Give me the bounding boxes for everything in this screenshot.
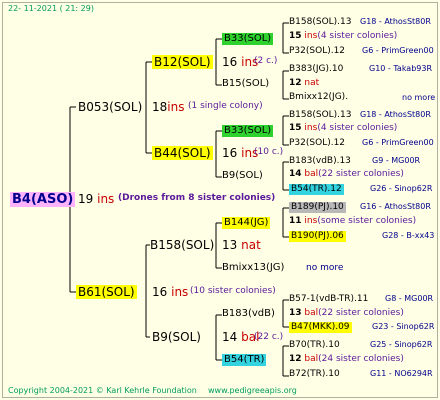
l4-6-right: G18 - AthosSt80R — [360, 110, 431, 119]
l2-0-ins: 16 ins — [222, 55, 259, 69]
queen-b053[interactable]: B053(SOL) — [78, 101, 142, 113]
l4-0-right: G18 - AthosSt80R — [360, 17, 431, 26]
l4-5-name[interactable]: Bmixx12(JG). — [289, 93, 348, 102]
l4-6-name[interactable]: B158(SOL).13 — [289, 111, 352, 120]
l4-20-right: G11 - NO6294R — [370, 369, 433, 378]
l4-15-name[interactable]: B57-1(vdB-TR).11 — [289, 295, 368, 304]
l4-3-right: G10 - Takab93R — [369, 64, 433, 73]
queen-b158[interactable]: B158(SOL) — [150, 239, 214, 251]
queen-b9[interactable]: B9(SOL) — [152, 331, 201, 343]
queen-l3-5[interactable]: Bmixx13(JG) — [222, 263, 284, 273]
l4-13: 11 ins(some sister colonies) — [289, 216, 417, 226]
l4-2-right: G6 - PrimGreen00 — [362, 46, 434, 55]
root-queen[interactable]: B4(ASO) — [10, 192, 76, 207]
queen-l3-6[interactable]: B183(vdB) — [222, 309, 275, 319]
l4-5-right: no more — [402, 93, 436, 102]
root-ins: ins — [97, 192, 115, 206]
l2-1-note: (10 c.) — [254, 147, 284, 157]
l2-0-note: (2 c.) — [254, 56, 278, 66]
l4-8-name[interactable]: P32(SOL).12 — [289, 139, 345, 148]
l2-2-ins: 13 nat — [222, 238, 261, 252]
l4-3-name[interactable]: B383(JG).10 — [289, 65, 343, 74]
l4-11-name[interactable]: B54(TR).12 — [289, 184, 344, 195]
l4-17-right: G23 - Sinop62R — [372, 322, 435, 331]
timestamp: 22- 11-2021 ( 21: 29) — [8, 4, 94, 13]
l4-12-right: G16 - AthosSt80R — [360, 202, 431, 211]
queen-l3-3[interactable]: B9(SOL) — [222, 171, 263, 181]
root-num: 19 — [78, 192, 94, 206]
l1-0-ins: 18ins — [152, 100, 185, 114]
l4-18-right: G25 - Sinop62R — [370, 340, 433, 349]
l2-1-ins: 16 ins — [222, 146, 259, 160]
l4-0-name[interactable]: B158(SOL).13 — [289, 18, 352, 27]
queen-l3-0[interactable]: B33(SOL) — [222, 33, 274, 45]
l4-14-right: G28 - B-xx43 — [382, 231, 435, 240]
l4-15-right: G8 - MG00R — [385, 294, 434, 303]
site-link[interactable]: www.pedigreeapis.org — [208, 387, 297, 395]
l4-14-name[interactable]: B190(PJ).06 — [289, 231, 346, 242]
l4-7: 15 ins(4 sister colonies) — [289, 123, 398, 133]
l1-1-ins: 16 ins — [152, 285, 189, 299]
queen-l3-5-more: no more — [306, 263, 344, 273]
queen-b12[interactable]: B12(SOL) — [152, 55, 213, 69]
l4-16: 13 bal(22 sister colonies) — [289, 308, 404, 318]
l1-1-note: (10 sister colonies) — [190, 286, 276, 296]
queen-l3-7[interactable]: B54(TR) — [222, 354, 267, 366]
l4-10: 14 bal(22 sister colonies) — [289, 169, 404, 179]
l1-0-note: (1 single colony) — [188, 101, 263, 111]
l4-11-right: G26 - Sinop62R — [370, 184, 433, 193]
queen-b44[interactable]: B44(SOL) — [152, 146, 213, 160]
l2-3-note: (22 c.) — [254, 332, 284, 342]
l4-9-right: G9 - MG00R — [372, 156, 421, 165]
l4-8-right: G6 - PrimGreen00 — [362, 138, 434, 147]
l4-17-name[interactable]: B47(MKK).09 — [289, 322, 352, 333]
l4-9-name[interactable]: B183(vdB).13 — [289, 157, 351, 166]
l4-18-name[interactable]: B70(TR).10 — [289, 341, 340, 350]
l4-20-name[interactable]: B72(TR).10 — [289, 370, 340, 379]
l4-12-name[interactable]: B189(PJ).10 — [289, 202, 346, 213]
queen-b61[interactable]: B61(SOL) — [76, 285, 137, 299]
queen-l3-4[interactable]: B144(JG) — [222, 217, 271, 229]
root-ins-count: 19 ins — [78, 193, 114, 205]
root-note: (Drones from 8 sister colonies) — [118, 193, 276, 203]
l4-19: 12 bal(24 sister colonies) — [289, 354, 404, 364]
l4-4: 12 nat — [289, 78, 320, 88]
l4-2-name[interactable]: P32(SOL).12 — [289, 47, 345, 56]
queen-l3-2[interactable]: B33(SOL) — [222, 125, 274, 137]
copyright: Copyright 2004-2021 © Karl Kehrle Founda… — [8, 386, 197, 395]
l4-1: 15 ins(4 sister colonies) — [289, 31, 398, 41]
queen-l3-1[interactable]: B15(SOL) — [222, 79, 269, 89]
